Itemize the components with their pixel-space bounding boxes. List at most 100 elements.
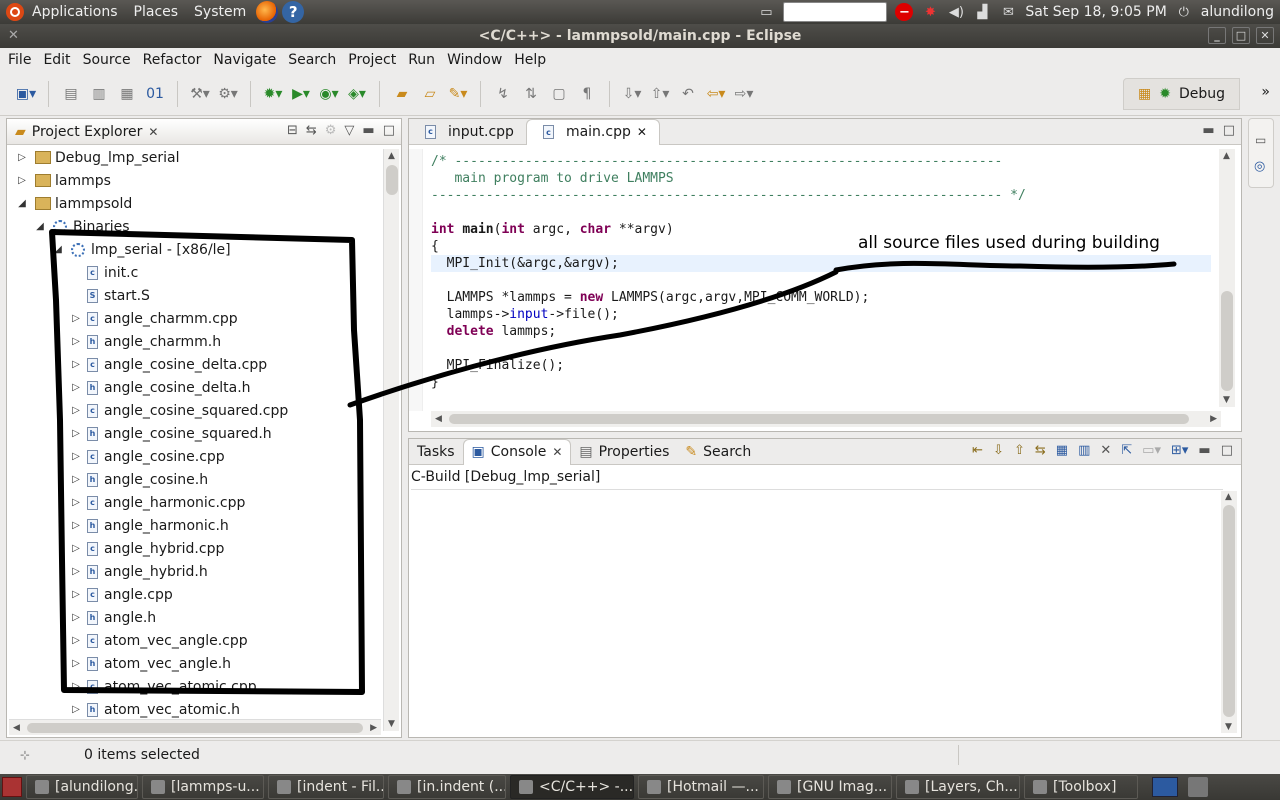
link-with-editor-icon[interactable]: ⇆: [306, 123, 317, 138]
firefox-icon[interactable]: [256, 1, 279, 23]
minimize-console-icon[interactable]: ▬: [1198, 443, 1210, 458]
network-signal-icon[interactable]: ▟: [973, 3, 991, 21]
expand-arrow-icon[interactable]: ▷: [69, 451, 83, 462]
close-console-icon[interactable]: ✕: [552, 445, 562, 459]
scroll-up-icon[interactable]: ▲: [1225, 492, 1232, 502]
taskbar-item[interactable]: [in.indent (...: [388, 775, 506, 799]
editor-horizontal-scrollbar[interactable]: ◀ ▶: [431, 411, 1221, 427]
window-maximize-button[interactable]: □: [1232, 27, 1250, 44]
coverage-icon[interactable]: ◉▾: [317, 82, 341, 106]
tree-item[interactable]: ▷ h angle_charmm.h: [7, 330, 381, 353]
tab-tasks[interactable]: Tasks: [409, 439, 463, 465]
console-output[interactable]: [411, 489, 1223, 733]
expand-arrow-icon[interactable]: ▷: [15, 152, 29, 163]
toggle-mark-icon[interactable]: ▢: [547, 82, 571, 106]
perspective-label[interactable]: Debug: [1179, 86, 1225, 102]
tree-item[interactable]: ▷ c angle_hybrid.cpp: [7, 537, 381, 560]
tree-item[interactable]: ▷ h atom_vec_atomic.h: [7, 698, 381, 721]
expand-arrow-icon[interactable]: ▷: [69, 589, 83, 600]
close-tab-icon[interactable]: ✕: [637, 125, 647, 139]
filter-icon[interactable]: ⚙: [325, 123, 337, 138]
expand-arrow-icon[interactable]: ▷: [69, 382, 83, 393]
scroll-right-icon[interactable]: ▶: [1210, 414, 1217, 424]
expand-arrow-icon[interactable]: ▷: [69, 497, 83, 508]
menu-edit[interactable]: Edit: [37, 52, 76, 68]
remove-launch-icon[interactable]: ✕: [1100, 443, 1111, 458]
taskbar-item[interactable]: [Toolbox]: [1024, 775, 1138, 799]
tree-item[interactable]: ▷ c angle_charmm.cpp: [7, 307, 381, 330]
expand-arrow-icon[interactable]: ▷: [69, 681, 83, 692]
editor-vertical-scrollbar[interactable]: ▲ ▼: [1219, 149, 1235, 407]
tree-item[interactable]: ▷ c angle_cosine_squared.cpp: [7, 399, 381, 422]
expand-arrow-icon[interactable]: ▷: [69, 704, 83, 715]
tree-item[interactable]: Sstart.S: [7, 284, 381, 307]
menu-navigate[interactable]: Navigate: [207, 52, 282, 68]
tab-console[interactable]: ▣ Console ✕: [462, 438, 572, 465]
editor-gutter[interactable]: [409, 149, 423, 411]
next-annotation-icon[interactable]: ↯: [491, 82, 515, 106]
expand-arrow-icon[interactable]: ▷: [69, 313, 83, 324]
export-icon[interactable]: ⇤: [972, 443, 983, 458]
project-explorer-tab[interactable]: ▰ Project Explorer ✕: [7, 119, 166, 145]
last-edit-location-icon[interactable]: ↶: [676, 82, 700, 106]
maximize-editor-icon[interactable]: □: [1223, 123, 1235, 138]
tree-item[interactable]: ▷ c angle.cpp: [7, 583, 381, 606]
build-icon[interactable]: ⚒▾: [188, 82, 212, 106]
menu-help[interactable]: Help: [508, 52, 552, 68]
system-menu[interactable]: System: [186, 0, 254, 24]
clock[interactable]: Sat Sep 18, 9:05 PM: [1025, 4, 1166, 20]
save-icon[interactable]: ▤: [59, 82, 83, 106]
update-notifier-icon[interactable]: ✸: [921, 3, 939, 21]
workspace-switcher[interactable]: [1152, 777, 1178, 797]
minimize-view-icon[interactable]: ▬: [362, 123, 374, 138]
places-menu[interactable]: Places: [126, 0, 187, 24]
run-icon[interactable]: ▶▾: [289, 82, 313, 106]
tree-item[interactable]: ◢ lammpsold: [7, 192, 381, 215]
volume-icon[interactable]: ◀): [947, 3, 965, 21]
tree-item[interactable]: ▷ h angle.h: [7, 606, 381, 629]
clear-console-icon[interactable]: ▦: [1056, 443, 1068, 458]
expand-arrow-icon[interactable]: ▷: [69, 405, 83, 416]
pin-console-icon[interactable]: ▥: [1078, 443, 1090, 458]
window-close-icon[interactable]: ✕: [8, 28, 19, 43]
mail-icon[interactable]: ✉: [999, 3, 1017, 21]
debug-icon[interactable]: ✹▾: [261, 82, 285, 106]
prev-error-icon[interactable]: ⇧: [1014, 443, 1025, 458]
scroll-down-icon[interactable]: ▼: [388, 719, 395, 729]
open-type-icon[interactable]: ▰: [390, 82, 414, 106]
open-folder-icon[interactable]: ▱: [418, 82, 442, 106]
tab-properties[interactable]: ▤ Properties: [571, 439, 677, 465]
menu-file[interactable]: File: [2, 52, 37, 68]
maximize-console-icon[interactable]: □: [1221, 443, 1233, 458]
stop-icon[interactable]: −: [895, 3, 914, 21]
tree-item[interactable]: ◢ lmp_serial - [x86/le]: [7, 238, 381, 261]
expand-arrow-icon[interactable]: ▷: [69, 336, 83, 347]
scroll-left-icon[interactable]: ◀: [13, 723, 20, 733]
new-console-icon[interactable]: ⊞▾: [1171, 443, 1188, 458]
back-icon[interactable]: ⇦▾: [704, 82, 728, 106]
scroll-lock-icon[interactable]: ⇆: [1035, 443, 1046, 458]
window-minimize-button[interactable]: _: [1208, 27, 1226, 44]
tree-item[interactable]: ▷ h angle_cosine_squared.h: [7, 422, 381, 445]
scroll-thumb[interactable]: [27, 723, 363, 733]
menu-search[interactable]: Search: [282, 52, 342, 68]
scroll-up-icon[interactable]: ▲: [1223, 151, 1230, 161]
menu-window[interactable]: Window: [441, 52, 508, 68]
power-icon[interactable]: ⏻: [1175, 3, 1193, 21]
expand-arrow-icon[interactable]: ▷: [69, 474, 83, 485]
open-console-icon[interactable]: ⇱: [1121, 443, 1132, 458]
menu-refactor[interactable]: Refactor: [137, 52, 208, 68]
ubuntu-logo-icon[interactable]: [6, 3, 24, 21]
tree-item[interactable]: ▷ h angle_cosine.h: [7, 468, 381, 491]
scroll-thumb[interactable]: [1221, 291, 1233, 391]
menu-run[interactable]: Run: [402, 52, 441, 68]
save-all-icon[interactable]: ▥: [87, 82, 111, 106]
tree-item[interactable]: ▷ c atom_vec_atomic.cpp: [7, 675, 381, 698]
show-whitespace-icon[interactable]: ¶: [575, 82, 599, 106]
tree-item[interactable]: ▷ c angle_cosine_delta.cpp: [7, 353, 381, 376]
display-console-icon[interactable]: ▭▾: [1142, 443, 1161, 458]
next-error-icon[interactable]: ⇩: [993, 443, 1004, 458]
taskbar-item[interactable]: [Layers, Ch...: [896, 775, 1020, 799]
scroll-thumb[interactable]: [386, 165, 398, 195]
window-title-bar[interactable]: ✕ <C/C++> - lammpsold/main.cpp - Eclipse…: [0, 24, 1280, 48]
